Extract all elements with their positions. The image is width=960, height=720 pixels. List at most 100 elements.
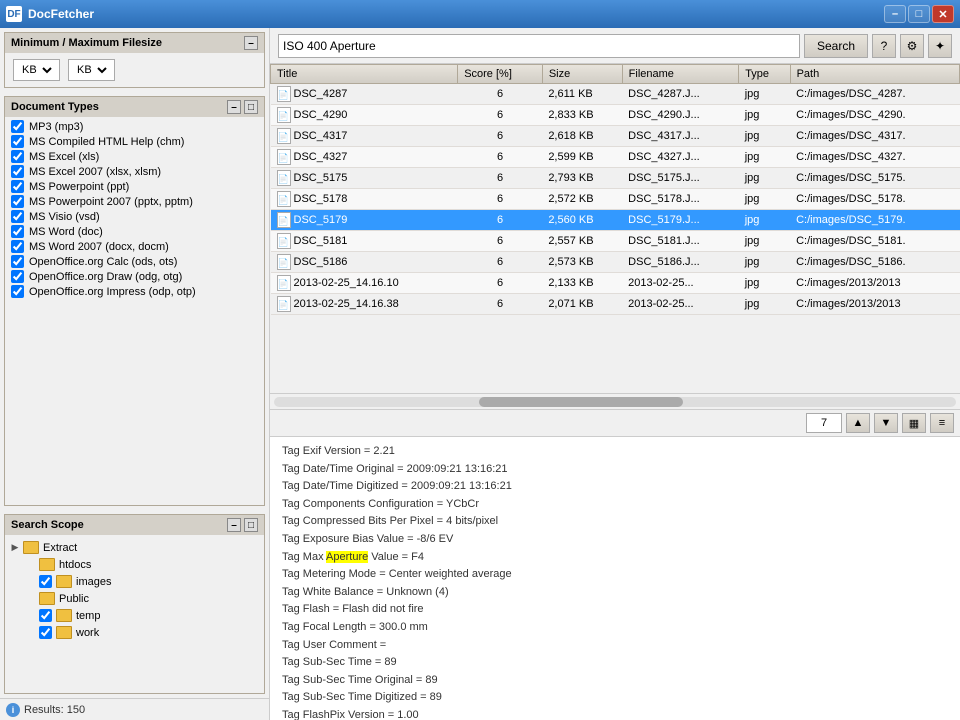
tree-arrow-icon[interactable]: ▶ [9,542,21,554]
doctype-item[interactable]: OpenOffice.org Impress (odp, otp) [5,284,264,299]
doctype-checkbox[interactable] [11,135,24,148]
max-size-dropdown[interactable]: KBMBGB [68,59,115,81]
horizontal-scrollbar[interactable] [270,393,960,409]
table-column-header[interactable]: Path [790,65,959,84]
max-size-select[interactable]: KBMBGB [73,63,110,77]
table-row[interactable]: 📄DSC_431762,618 KBDSC_4317.J...jpgC:/ima… [271,126,960,147]
table-column-header[interactable]: Filename [622,65,739,84]
table-cell: jpg [739,84,790,105]
doctype-checkbox[interactable] [11,240,24,253]
tree-item[interactable]: temp [9,607,260,624]
page-number-input[interactable] [806,413,842,433]
doctype-checkbox[interactable] [11,165,24,178]
scope-expand-btn[interactable]: □ [244,518,258,532]
next-page-button[interactable]: ▼ [874,413,898,433]
detail-line: Tag Compressed Bits Per Pixel = 4 bits/p… [282,513,948,531]
minimize-button[interactable]: – [884,5,906,23]
table-row[interactable]: 📄DSC_428762,611 KBDSC_4287.J...jpgC:/ima… [271,84,960,105]
scope-checkbox[interactable] [39,609,52,622]
doctype-item[interactable]: MS Word 2007 (docx, docm) [5,239,264,254]
table-row[interactable]: 📄DSC_429062,833 KBDSC_4290.J...jpgC:/ima… [271,105,960,126]
scope-checkbox[interactable] [39,575,52,588]
table-cell: DSC_5179.J... [622,210,739,231]
detail-line: Tag Exposure Bias Value = -8/6 EV [282,531,948,549]
doctype-item[interactable]: MS Word (doc) [5,224,264,239]
table-row[interactable]: 📄DSC_518162,557 KBDSC_5181.J...jpgC:/ima… [271,231,960,252]
doctype-item[interactable]: MS Powerpoint 2007 (pptx, pptm) [5,194,264,209]
doctype-label: MS Powerpoint (ppt) [29,181,129,193]
search-input[interactable] [283,39,795,53]
table-row[interactable]: 📄DSC_517962,560 KBDSC_5179.J...jpgC:/ima… [271,210,960,231]
table-row[interactable]: 📄2013-02-25_14.16.1062,133 KB2013-02-25.… [271,273,960,294]
doctype-item[interactable]: MS Compiled HTML Help (chm) [5,134,264,149]
table-row[interactable]: 📄DSC_518662,573 KBDSC_5186.J...jpgC:/ima… [271,252,960,273]
min-size-select[interactable]: KBMBGB [18,63,55,77]
doctype-checkbox[interactable] [11,255,24,268]
table-cell: 6 [458,147,543,168]
doctype-checkbox[interactable] [11,285,24,298]
tree-item[interactable]: images [9,573,260,590]
table-row[interactable]: 📄DSC_517562,793 KBDSC_5175.J...jpgC:/ima… [271,168,960,189]
tree-item[interactable]: work [9,624,260,641]
doctype-item[interactable]: MP3 (mp3) [5,119,264,134]
doctypes-collapse-btn[interactable]: – [227,100,241,114]
doctypes-expand-btn[interactable]: □ [244,100,258,114]
doctype-item[interactable]: MS Powerpoint (ppt) [5,179,264,194]
table-column-header[interactable]: Size [542,65,622,84]
right-panel: Search ? ⚙ ✦ TitleScore [%]SizeFilenameT… [270,28,960,720]
doctype-item[interactable]: MS Excel (xls) [5,149,264,164]
status-text: Results: 150 [24,704,85,716]
status-icon: i [6,703,20,717]
scope-collapse-btn[interactable]: – [227,518,241,532]
table-row[interactable]: 📄2013-02-25_14.16.3862,071 KB2013-02-25.… [271,294,960,315]
doctype-checkbox[interactable] [11,210,24,223]
tree-item[interactable]: htdocs [9,556,260,573]
tools-button[interactable]: ✦ [928,34,952,58]
doctype-checkbox[interactable] [11,150,24,163]
table-cell: DSC_5175.J... [622,168,739,189]
results-section: TitleScore [%]SizeFilenameTypePath 📄DSC_… [270,64,960,410]
filesize-collapse-btn[interactable]: – [244,36,258,50]
doctype-item[interactable]: OpenOffice.org Draw (odg, otg) [5,269,264,284]
search-button[interactable]: Search [804,34,868,58]
view-mode-button1[interactable]: ▦ [902,413,926,433]
scope-checkbox[interactable] [39,626,52,639]
tree-item[interactable]: Public [9,590,260,607]
doctype-item[interactable]: MS Excel 2007 (xlsx, xlsm) [5,164,264,179]
close-button[interactable]: ✕ [932,5,954,23]
doctype-item[interactable]: MS Visio (vsd) [5,209,264,224]
document-types-section: Document Types – □ MP3 (mp3)MS Compiled … [4,96,265,506]
table-column-header[interactable]: Score [%] [458,65,543,84]
tree-label: work [76,627,99,639]
tree-item[interactable]: ▶ Extract [9,539,260,556]
table-row[interactable]: 📄DSC_432762,599 KBDSC_4327.J...jpgC:/ima… [271,147,960,168]
table-cell: C:/images/DSC_4317. [790,126,959,147]
view-mode-button2[interactable]: ≡ [930,413,954,433]
maximize-button[interactable]: □ [908,5,930,23]
tools-icon: ✦ [935,39,945,53]
detail-line: Tag Focal Length = 300.0 mm [282,619,948,637]
table-column-header[interactable]: Type [739,65,790,84]
cell-title: 📄DSC_5178 [271,189,458,210]
table-cell: 2,599 KB [542,147,622,168]
table-row[interactable]: 📄DSC_517862,572 KBDSC_5178.J...jpgC:/ima… [271,189,960,210]
doctypes-list: MP3 (mp3)MS Compiled HTML Help (chm)MS E… [5,117,264,505]
settings-button[interactable]: ⚙ [900,34,924,58]
scroll-thumb[interactable] [479,397,684,407]
table-column-header[interactable]: Title [271,65,458,84]
table-cell: DSC_4317.J... [622,126,739,147]
prev-page-button[interactable]: ▲ [846,413,870,433]
doctype-checkbox[interactable] [11,120,24,133]
doctype-item[interactable]: OpenOffice.org Calc (ods, ots) [5,254,264,269]
table-cell: 2,557 KB [542,231,622,252]
doctype-checkbox[interactable] [11,195,24,208]
doctype-checkbox[interactable] [11,270,24,283]
min-size-dropdown[interactable]: KBMBGB [13,59,60,81]
doctype-checkbox[interactable] [11,180,24,193]
tree-label: Extract [43,542,77,554]
table-cell: 6 [458,168,543,189]
help-button[interactable]: ? [872,34,896,58]
filesize-title: Minimum / Maximum Filesize [11,37,162,49]
doctype-checkbox[interactable] [11,225,24,238]
doctype-label: MS Excel 2007 (xlsx, xlsm) [29,166,161,178]
